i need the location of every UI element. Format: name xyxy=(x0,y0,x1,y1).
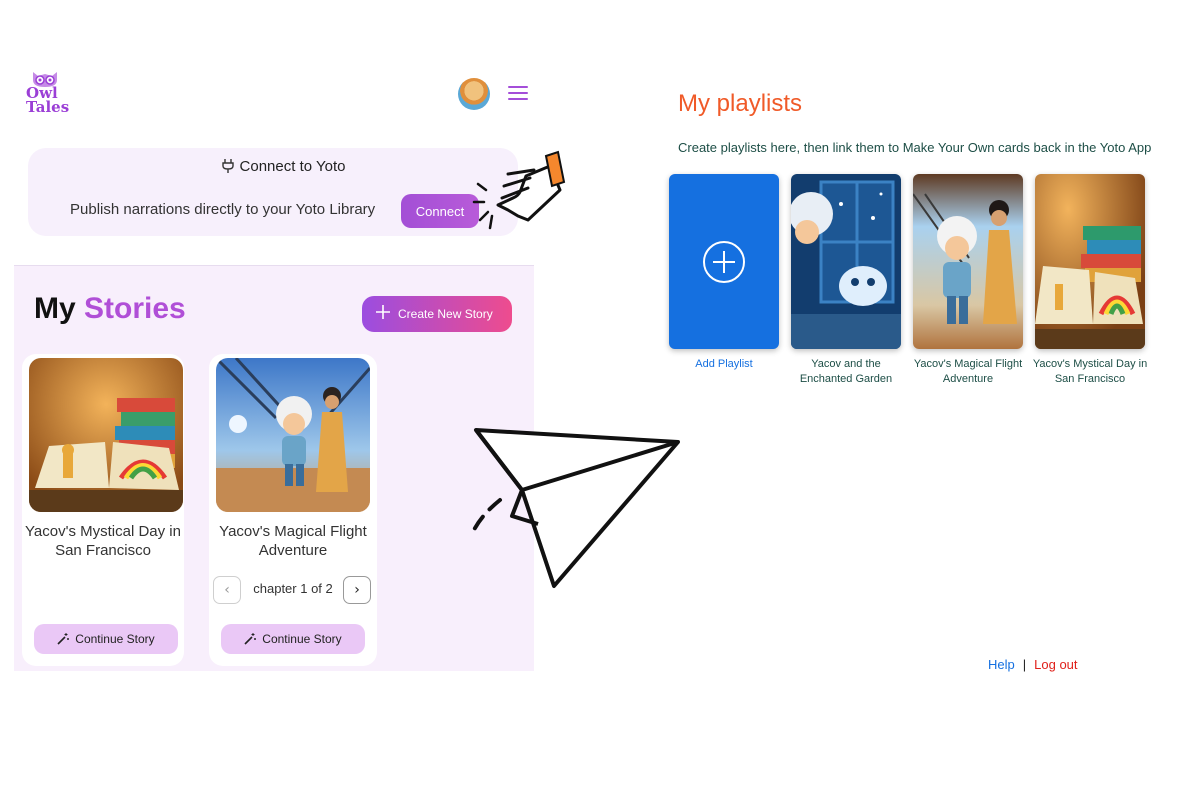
add-circle-icon xyxy=(703,241,745,283)
logout-link[interactable]: Log out xyxy=(1034,657,1077,672)
chevron-right-icon[interactable]: › xyxy=(343,576,371,604)
story-card[interactable]: Yacov's Mystical Day in San Francisco Co… xyxy=(22,354,184,666)
chapter-label: chapter 1 of 2 xyxy=(253,581,333,596)
playlist-card[interactable] xyxy=(913,174,1023,349)
continue-story-button[interactable]: Continue Story xyxy=(221,624,365,654)
story-title: Yacov's Mystical Day in San Francisco xyxy=(25,523,181,559)
add-playlist-card[interactable] xyxy=(669,174,779,349)
stories-heading: My Stories xyxy=(34,292,186,326)
avatar[interactable] xyxy=(458,78,490,110)
playlist-title: Yacov and the Enchanted Garden xyxy=(799,358,893,385)
footer-links: Help | Log out xyxy=(988,657,1078,672)
playlist-title: Yacov's Magical Flight Adventure xyxy=(913,358,1023,385)
stories-heading-my: My xyxy=(34,292,76,325)
footer-separator: | xyxy=(1022,657,1027,672)
continue-story-label: Continue Story xyxy=(262,632,342,646)
magic-wand-icon xyxy=(244,633,257,645)
playlist-card[interactable] xyxy=(791,174,901,349)
continue-story-label: Continue Story xyxy=(75,632,155,646)
playlist-card[interactable] xyxy=(1035,174,1145,349)
continue-story-button[interactable]: Continue Story xyxy=(34,624,178,654)
hamburger-menu-icon[interactable] xyxy=(508,86,528,101)
pointing-hand-icon xyxy=(472,150,566,230)
plug-icon xyxy=(221,159,234,173)
logo-text: Owl Tales xyxy=(26,84,70,116)
add-playlist-label[interactable]: Add Playlist xyxy=(663,357,785,372)
stories-heading-stories: Stories xyxy=(84,292,186,325)
story-cover-image[interactable] xyxy=(29,358,183,512)
create-new-story-button[interactable]: Create New Story xyxy=(362,296,512,332)
paper-plane-icon xyxy=(470,428,680,588)
connect-description: Publish narrations directly to your Yoto… xyxy=(70,201,376,218)
playlist-title: Yacov's Mystical Day in San Francisco xyxy=(1032,358,1148,385)
connect-to-yoto-card: Connect to Yoto Publish narrations direc… xyxy=(28,148,518,236)
create-new-story-label: Create New Story xyxy=(398,307,493,321)
story-title: Yacov's Magical Flight Adventure xyxy=(219,523,367,559)
connect-title: Connect to Yoto xyxy=(239,158,346,175)
chapter-navigator: ‹ chapter 1 of 2 › xyxy=(213,576,373,604)
story-card[interactable]: Yacov's Magical Flight Adventure ‹ chapt… xyxy=(209,354,377,666)
owl-tales-logo[interactable]: Owl Tales xyxy=(24,70,70,116)
playlists-title: My playlists xyxy=(678,90,803,117)
help-link[interactable]: Help xyxy=(988,657,1015,672)
magic-wand-icon xyxy=(57,633,70,645)
plus-icon xyxy=(376,305,390,319)
playlists-subtitle: Create playlists here, then link them to… xyxy=(678,140,1152,155)
connect-title-row: Connect to Yoto xyxy=(28,158,538,175)
story-cover-image[interactable] xyxy=(216,358,370,512)
chevron-left-icon[interactable]: ‹ xyxy=(213,576,241,604)
